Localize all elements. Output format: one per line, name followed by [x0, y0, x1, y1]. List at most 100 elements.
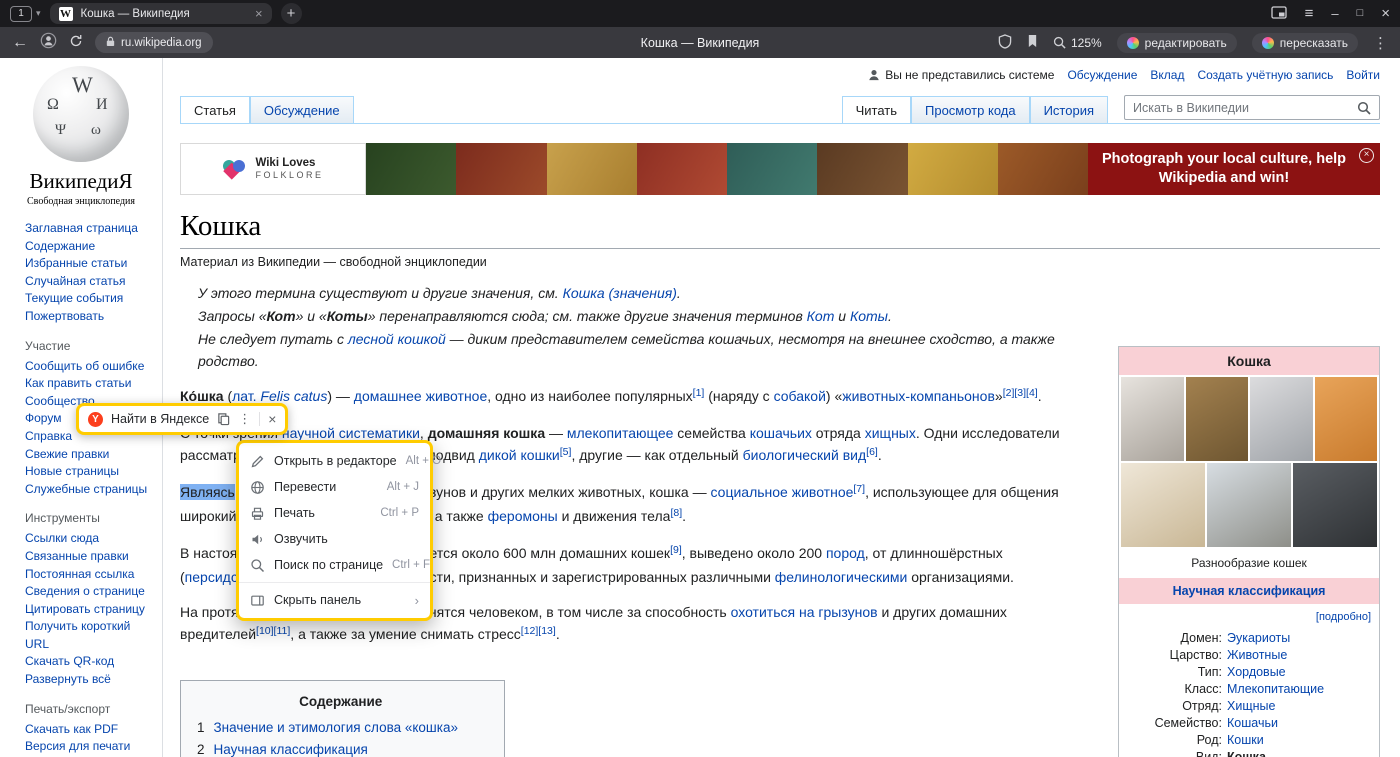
taxonomy-value-link[interactable]: Эукариоты	[1227, 630, 1290, 647]
sidebar-item-random[interactable]: Случайная статья	[25, 273, 154, 291]
menu-item-open-in-editor[interactable]: Открыть в редакторе Alt + O	[239, 448, 430, 474]
text-link[interactable]: феромоны	[488, 508, 558, 524]
tab-article[interactable]: Статья	[180, 96, 250, 123]
snow-tabby-image[interactable]	[1207, 463, 1291, 547]
copy-icon[interactable]	[217, 412, 230, 426]
text-link[interactable]: Кошка (значения)	[563, 285, 677, 301]
text-link[interactable]: лесной кошкой	[348, 331, 446, 347]
text-link[interactable]: фелинологическими	[775, 569, 908, 585]
reference-link[interactable]: [10][11]	[256, 625, 290, 637]
sidebar-item-related-changes[interactable]: Связанные правки	[25, 548, 154, 566]
tab-discussion[interactable]: Обсуждение	[250, 96, 354, 123]
protect-shield-icon[interactable]	[998, 34, 1012, 52]
text-link[interactable]: биологический вид	[743, 447, 867, 463]
text-link[interactable]: социальное животное	[711, 484, 854, 500]
reference-link[interactable]: [6]	[866, 446, 878, 458]
sidebar-item-download-pdf[interactable]: Скачать как PDF	[25, 721, 154, 739]
sidebar-item-qr-code[interactable]: Скачать QR-код	[25, 653, 154, 671]
wiki-loves-folklore-banner[interactable]: Wiki Loves FOLKLORE Photograph your loca…	[180, 143, 1380, 195]
siamese-cat-image[interactable]	[1121, 463, 1205, 547]
personal-link-create-account[interactable]: Создать учётную запись	[1197, 68, 1333, 82]
sidebar-item-expand-all[interactable]: Развернуть всё	[25, 671, 154, 689]
reference-link[interactable]: [2][3][4]	[1003, 387, 1038, 399]
reference-link[interactable]: [1]	[693, 387, 705, 399]
dark-cat-image[interactable]	[1293, 463, 1377, 547]
find-in-yandex-label[interactable]: Найти в Яндексе	[111, 412, 209, 426]
text-link[interactable]: Коты	[850, 308, 888, 324]
personal-link-login[interactable]: Войти	[1346, 68, 1380, 82]
tab-history[interactable]: История	[1030, 96, 1108, 123]
address-bar[interactable]: ru.wikipedia.org	[95, 32, 213, 53]
window-close-icon[interactable]: ×	[1381, 6, 1390, 21]
sidebar-item-cite-page[interactable]: Цитировать страницу	[25, 601, 154, 619]
tabby-cat-image[interactable]	[1186, 377, 1249, 461]
popup-more-icon[interactable]: ⋮	[238, 411, 251, 427]
zoom-control[interactable]: 125%	[1053, 36, 1102, 50]
taxonomy-value-link[interactable]: Млекопитающие	[1227, 681, 1324, 698]
sidebar-item-what-links-here[interactable]: Ссылки сюда	[25, 530, 154, 548]
text-link[interactable]: животных-компаньонов	[842, 388, 995, 404]
retell-button[interactable]: пересказать	[1252, 33, 1358, 53]
popup-close-icon[interactable]: ×	[268, 411, 276, 427]
text-link[interactable]: кошачьих	[750, 425, 812, 441]
tab-counter-button[interactable]: 1 ▾	[10, 6, 41, 22]
sidebar-item-main-page[interactable]: Заглавная страница	[25, 220, 154, 238]
sidebar-item-current-events[interactable]: Текущие события	[25, 290, 154, 308]
search-icon[interactable]	[1357, 101, 1371, 115]
text-link[interactable]: собакой	[774, 388, 826, 404]
menu-icon[interactable]: ≡	[1305, 6, 1314, 21]
taxonomy-value-link[interactable]: Животные	[1227, 647, 1287, 664]
sidebar-item-donate[interactable]: Пожертвовать	[25, 308, 154, 326]
sidebar-item-short-url[interactable]: Получить короткий URL	[25, 618, 154, 653]
kitten-image[interactable]	[1250, 377, 1313, 461]
wikipedia-logo[interactable]: W Ω И Ψ ω ВикипедиЯ Свободная энциклопед…	[0, 58, 162, 207]
wiki-search-box[interactable]	[1124, 95, 1380, 120]
text-link[interactable]: млекопитающее	[567, 425, 674, 441]
toc-link[interactable]: Научная классификация	[214, 739, 368, 757]
profile-icon[interactable]	[40, 32, 57, 53]
menu-item-find-on-page[interactable]: Поиск по странице Ctrl + F	[239, 552, 430, 578]
reference-link[interactable]: [8]	[670, 507, 682, 519]
sidebar-item-recent-changes[interactable]: Свежие правки	[25, 446, 154, 464]
sidebar-item-special-pages[interactable]: Служебные страницы	[25, 481, 154, 499]
taxonomy-value-link[interactable]: Кошки	[1227, 732, 1264, 749]
text-link[interactable]: Felis catus	[260, 388, 327, 404]
browser-tab[interactable]: W Кошка — Википедия ×	[50, 3, 272, 24]
taxonomy-value-link[interactable]: Хордовые	[1227, 664, 1286, 681]
text-link[interactable]: Кот	[807, 308, 835, 324]
edit-button[interactable]: редактировать	[1117, 33, 1237, 53]
reload-icon[interactable]	[69, 34, 83, 52]
personal-link-contributions[interactable]: Вклад	[1150, 68, 1184, 82]
sidebar-item-page-info[interactable]: Сведения о странице	[25, 583, 154, 601]
sidebar-item-how-to-edit[interactable]: Как править статьи	[25, 375, 154, 393]
bookmark-icon[interactable]	[1027, 34, 1038, 51]
sidebar-item-printable-version[interactable]: Версия для печати	[25, 738, 154, 756]
menu-item-translate[interactable]: Перевести Alt + J	[239, 474, 430, 500]
toc-link[interactable]: Значение и этимология слова «кошка»	[214, 717, 458, 739]
personal-link-talk[interactable]: Обсуждение	[1067, 68, 1137, 82]
pip-icon[interactable]	[1271, 6, 1287, 21]
menu-item-print[interactable]: Печать Ctrl + P	[239, 500, 430, 526]
maximize-icon[interactable]: □	[1357, 8, 1364, 19]
tab-view-source[interactable]: Просмотр кода	[911, 96, 1030, 123]
back-button[interactable]: ←	[12, 35, 28, 51]
new-tab-button[interactable]: +	[281, 3, 302, 24]
sidebar-item-new-pages[interactable]: Новые страницы	[25, 463, 154, 481]
tab-read[interactable]: Читать	[842, 96, 911, 123]
reference-link[interactable]: [12][13]	[521, 625, 556, 637]
red-cat-image[interactable]	[1315, 377, 1378, 461]
taxobox-detail-link[interactable]: [подробно]	[1119, 604, 1379, 629]
text-link[interactable]: домашнее животное	[354, 388, 487, 404]
taxonomy-value-link[interactable]: Хищные	[1227, 698, 1275, 715]
sidebar-item-report-error[interactable]: Сообщить об ошибке	[25, 358, 154, 376]
banner-close-icon[interactable]: ×	[1359, 148, 1374, 163]
reference-link[interactable]: [9]	[670, 544, 682, 556]
sidebar-item-permanent-link[interactable]: Постоянная ссылка	[25, 566, 154, 584]
taxobox-section-classification[interactable]: Научная классификация	[1119, 578, 1379, 604]
text-link[interactable]: лат.	[232, 388, 256, 404]
menu-item-hide-panel[interactable]: Скрыть панель ›	[239, 587, 430, 613]
more-options-icon[interactable]: ⋮	[1373, 34, 1388, 52]
text-link[interactable]: научной систематики	[282, 425, 420, 441]
text-link[interactable]: охотиться на грызунов	[731, 604, 878, 620]
reference-link[interactable]: [5]	[560, 446, 572, 458]
